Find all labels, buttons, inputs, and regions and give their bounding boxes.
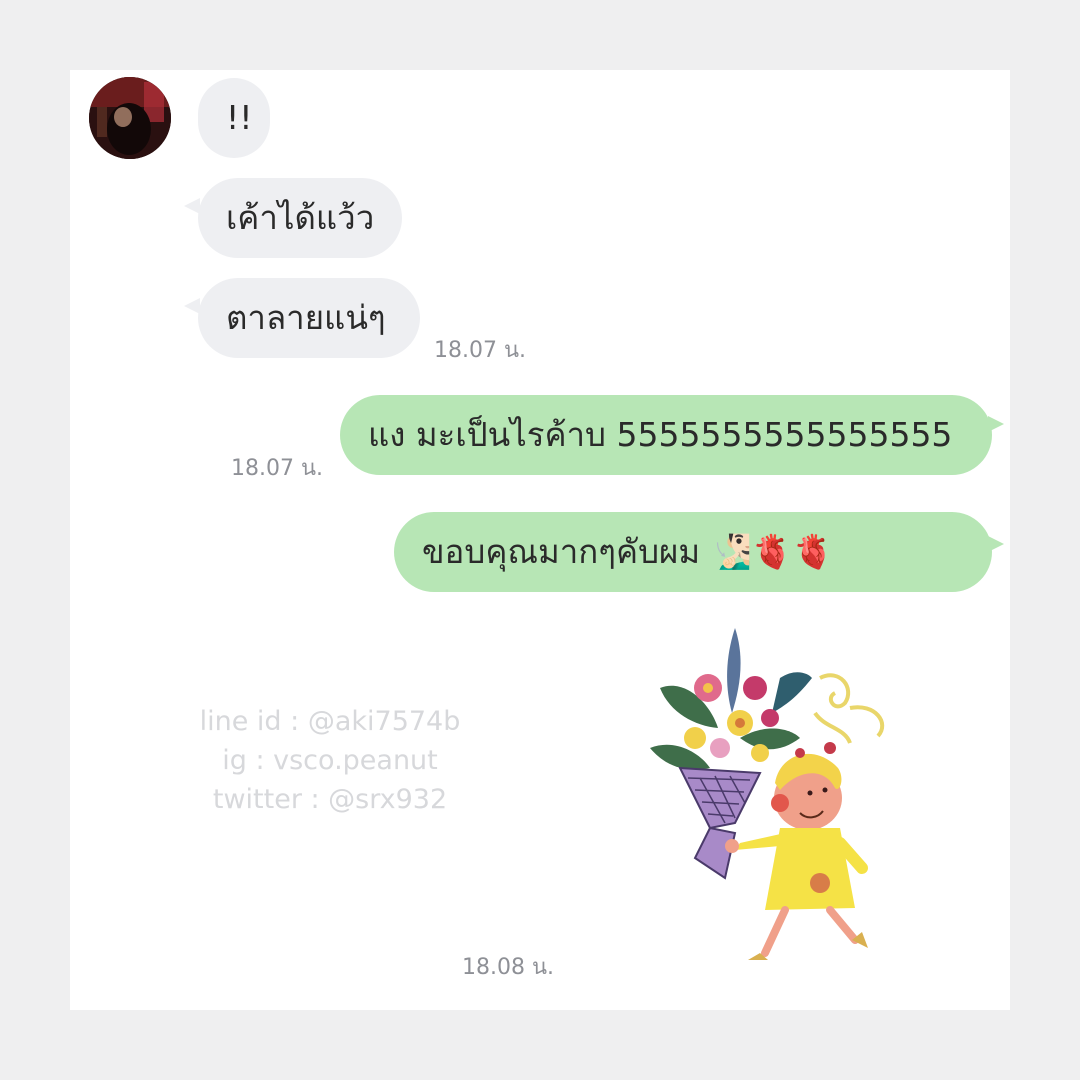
- incoming-message-bubble[interactable]: !!: [198, 78, 270, 158]
- chat-screenshot: !! เค้าได้แว้ว ตาลายแน่ๆ 18.07 น. 18.07 …: [70, 70, 1010, 1010]
- outgoing-message-bubble[interactable]: แง มะเป็นไรค้าบ 5555555555555555: [340, 395, 992, 475]
- girl-with-flower-bouquet-icon: [650, 628, 885, 960]
- watermark-ig: ig : vsco.peanut: [222, 745, 438, 776]
- message-text: !!: [226, 98, 253, 137]
- message-text: ตาลายแน่ๆ: [226, 298, 386, 337]
- watermark-line-id: line id : @aki7574b: [199, 706, 461, 737]
- outgoing-message-bubble[interactable]: ขอบคุณมากๆคับผม 🧏🏻‍♂️🫀🫀: [394, 512, 992, 592]
- bubble-tail: [988, 416, 1004, 432]
- incoming-message-bubble[interactable]: เค้าได้แว้ว: [198, 178, 402, 258]
- bubble-tail: [988, 536, 1004, 552]
- message-timestamp: 18.07 น.: [231, 456, 324, 481]
- flower-girl-sticker[interactable]: [640, 618, 910, 974]
- message-text: ขอบคุณมากๆคับผม 🧏🏻‍♂️🫀🫀: [422, 532, 834, 571]
- message-text: แง มะเป็นไรค้าบ 5555555555555555: [368, 415, 953, 454]
- incoming-message-bubble[interactable]: ตาลายแน่ๆ: [198, 278, 420, 358]
- watermark-twitter: twitter : @srx932: [212, 784, 448, 815]
- contact-avatar[interactable]: [89, 77, 171, 159]
- sticker-timestamp: 18.08 น.: [462, 955, 555, 980]
- watermark-credits: line id : @aki7574b ig : vsco.peanut twi…: [180, 702, 480, 819]
- message-timestamp: 18.07 น.: [434, 338, 527, 363]
- avatar-photo-icon: [89, 77, 171, 159]
- message-text: เค้าได้แว้ว: [226, 198, 375, 237]
